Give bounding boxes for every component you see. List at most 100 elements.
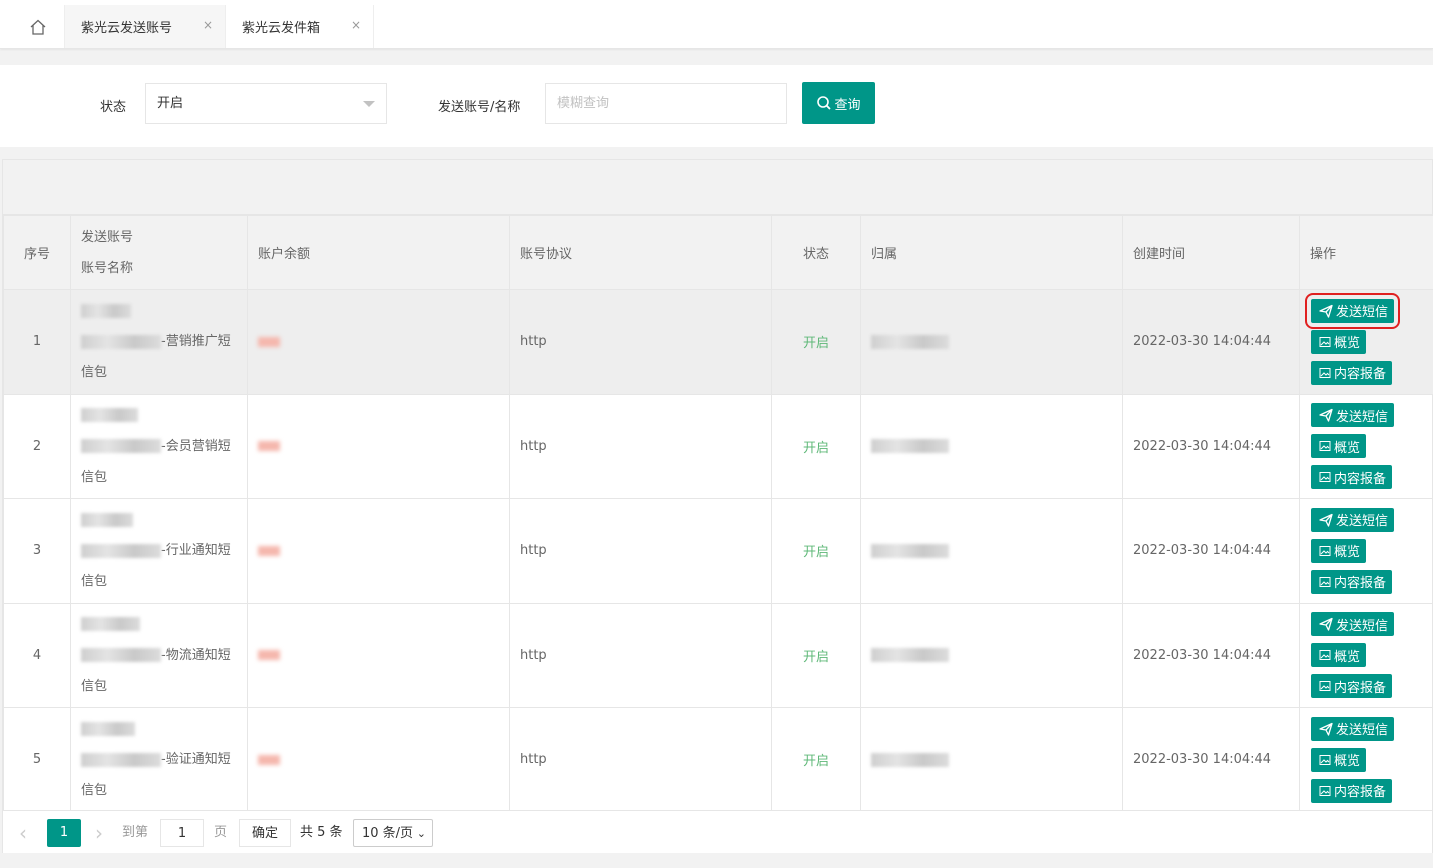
send-sms-button[interactable]: 发送短信 [1311, 403, 1395, 428]
image-icon [1319, 650, 1331, 661]
status-select-value: 开启 [157, 96, 184, 111]
goto-confirm-button[interactable]: 确定 [239, 819, 291, 847]
row-owner [860, 289, 1123, 395]
paper-plane-icon [1319, 618, 1333, 631]
overview-button[interactable]: 概览 [1311, 538, 1367, 563]
row-index: 1 [3, 289, 71, 395]
overview-button[interactable]: 概览 [1311, 329, 1367, 354]
header-balance: 账户余额 [247, 215, 510, 290]
page-size-select[interactable]: 10 条/页 ⌄ [353, 819, 433, 847]
content-report-button[interactable]: 内容报备 [1311, 674, 1393, 699]
overview-button[interactable]: 概览 [1311, 434, 1367, 459]
row-status: 开启 [771, 602, 861, 708]
prev-page-button[interactable]: ‹ [19, 819, 27, 847]
content-report-button[interactable]: 内容报备 [1311, 360, 1393, 385]
send-sms-label: 发送短信 [1336, 723, 1389, 739]
image-icon [1319, 681, 1331, 692]
redacted-account-name [81, 439, 161, 454]
tab-send-accounts[interactable]: 紫光云发送账号 × [65, 5, 226, 48]
redacted-account-name [81, 543, 161, 558]
image-icon [1319, 441, 1331, 452]
account-label: 发送账号/名称 [438, 100, 521, 115]
next-page-button[interactable]: › [95, 819, 103, 847]
query-button[interactable]: 查询 [802, 82, 875, 124]
overview-button[interactable]: 概览 [1311, 643, 1367, 668]
row-account-name-suffix: -物流通知短 [161, 647, 231, 663]
page-unit-label: 页 [214, 825, 228, 840]
table-row: 2 -会员营销短 信包 http 开启 2022-03-30 14:04:44 … [3, 393, 1433, 499]
row-balance [247, 707, 510, 813]
row-status: 开启 [771, 707, 861, 813]
row-created: 2022-03-30 14:04:44 [1122, 289, 1300, 395]
redacted-balance [258, 650, 280, 661]
table-row: 4 -物流通知短 信包 http 开启 2022-03-30 14:04:44 … [3, 602, 1433, 708]
row-account: -物流通知短 信包 [70, 602, 248, 708]
paper-plane-icon [1319, 513, 1333, 527]
table-header-row: 序号 发送账号 账号名称 账户余额 账号协议 状态 归属 创建时间 操作 [3, 215, 1433, 290]
row-created: 2022-03-30 14:04:44 [1122, 707, 1300, 813]
chevron-down-icon: ⌄ [416, 827, 426, 840]
tab-label: 紫光云发件箱 [242, 21, 321, 36]
row-index: 5 [3, 707, 71, 813]
send-sms-button[interactable]: 发送短信 [1311, 507, 1395, 532]
overview-button[interactable]: 概览 [1311, 747, 1367, 772]
content-report-button[interactable]: 内容报备 [1311, 465, 1393, 490]
close-icon[interactable]: × [351, 18, 361, 32]
row-protocol: http [509, 498, 772, 604]
row-created: 2022-03-30 14:04:44 [1122, 498, 1300, 604]
send-sms-button[interactable]: 发送短信 [1311, 612, 1395, 637]
pagination: ‹ 1 › 到第 1 页 确定 共 5 条 10 条/页 ⌄ [3, 810, 1432, 853]
image-icon [1319, 367, 1331, 378]
table-row: 3 -行业通知短 信包 http 开启 2022-03-30 14:04:44 … [3, 498, 1433, 604]
row-protocol: http [509, 602, 772, 708]
row-status: 开启 [771, 289, 861, 395]
chevron-down-icon [363, 101, 375, 107]
tab-label: 紫光云发送账号 [81, 21, 173, 36]
content-report-button[interactable]: 内容报备 [1311, 569, 1393, 594]
redacted-account-id [81, 617, 140, 632]
close-icon[interactable]: × [203, 18, 213, 32]
status-select[interactable]: 开启 [145, 83, 387, 124]
tab-outbox[interactable]: 紫光云发件箱 × [226, 5, 374, 48]
image-icon [1319, 472, 1331, 483]
header-index: 序号 [3, 215, 71, 290]
content-report-label: 内容报备 [1334, 680, 1387, 696]
row-balance [247, 602, 510, 708]
send-sms-label: 发送短信 [1336, 409, 1389, 425]
row-account: -行业通知短 信包 [70, 498, 248, 604]
send-sms-button[interactable]: 发送短信 [1311, 716, 1395, 741]
header-account: 发送账号 账号名称 [70, 215, 248, 290]
row-ops: 发送短信 概览 内容报备 [1299, 707, 1433, 813]
redacted-balance [258, 754, 280, 765]
content-report-label: 内容报备 [1334, 785, 1387, 801]
row-index: 3 [3, 498, 71, 604]
row-protocol: http [509, 289, 772, 395]
row-account-name-suffix: -营销推广短 [161, 334, 231, 350]
send-sms-button[interactable]: 发送短信 [1304, 292, 1401, 329]
status-label: 状态 [100, 100, 127, 115]
image-icon [1319, 576, 1331, 587]
account-search-input[interactable] [545, 83, 787, 124]
goto-page-input[interactable]: 1 [160, 819, 204, 847]
image-icon [1319, 336, 1331, 347]
overview-label: 概览 [1334, 545, 1361, 561]
row-account-name-tail: 信包 [81, 574, 108, 590]
home-tab[interactable] [12, 5, 65, 48]
overview-label: 概览 [1334, 649, 1361, 665]
row-protocol: http [509, 393, 772, 499]
content-report-button[interactable]: 内容报备 [1311, 778, 1393, 803]
row-ops: 发送短信 概览 内容报备 [1299, 289, 1433, 395]
header-account-line1: 发送账号 [81, 229, 134, 245]
row-ops: 发送短信 概览 内容报备 [1299, 498, 1433, 604]
row-account: -验证通知短 信包 [70, 707, 248, 813]
redacted-owner [871, 334, 949, 349]
redacted-owner [871, 439, 949, 454]
content-report-label: 内容报备 [1334, 576, 1387, 592]
row-owner [860, 393, 1123, 499]
row-status: 开启 [771, 393, 861, 499]
goto-label: 到第 [122, 825, 149, 840]
table-row: 5 -验证通知短 信包 http 开启 2022-03-30 14:04:44 … [3, 707, 1433, 813]
send-sms-label: 发送短信 [1336, 618, 1389, 634]
current-page-button[interactable]: 1 [47, 819, 81, 847]
send-sms-label: 发送短信 [1336, 514, 1389, 530]
